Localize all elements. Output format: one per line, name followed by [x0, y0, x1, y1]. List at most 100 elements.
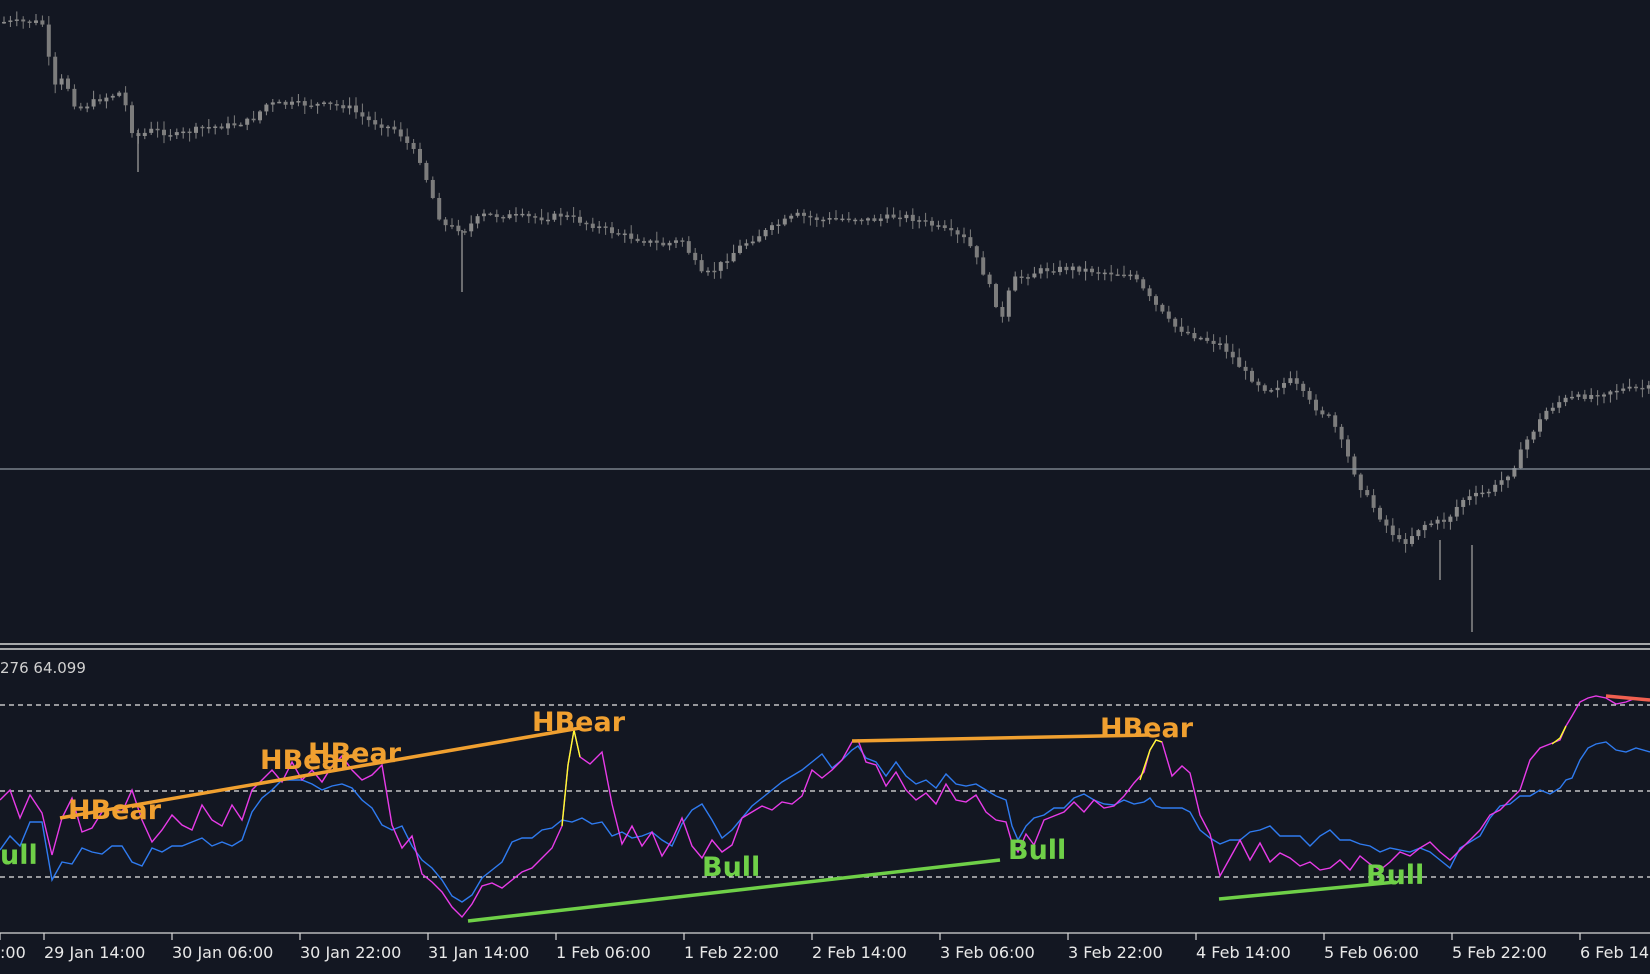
candle-body: [917, 220, 922, 222]
candle-body: [78, 106, 83, 109]
candle-body: [1582, 394, 1587, 399]
candle-body: [258, 111, 262, 121]
candle-body: [1186, 331, 1190, 334]
candle-body: [40, 20, 45, 25]
candle-body: [1077, 266, 1082, 272]
candle-body: [584, 222, 589, 225]
candle-body: [1378, 507, 1382, 520]
candle-body: [546, 219, 550, 222]
candle-body: [622, 233, 627, 236]
candle-body: [1019, 276, 1024, 278]
candle-body: [514, 214, 518, 216]
candle-body: [277, 101, 282, 104]
candle-body: [494, 214, 499, 217]
candle-body: [354, 105, 358, 113]
candle-body: [578, 216, 582, 223]
candle-body: [1006, 290, 1011, 317]
candle-body: [1346, 439, 1350, 457]
candle-body: [1102, 272, 1107, 275]
candle-body: [795, 212, 800, 216]
candle-body: [315, 103, 320, 106]
divergence-label-bull: Bull: [702, 852, 760, 883]
candle-body: [923, 220, 928, 222]
candle-body: [661, 242, 666, 246]
candle-body: [1493, 484, 1498, 492]
candle-body: [1166, 311, 1171, 319]
candle-body: [290, 101, 294, 105]
time-axis-label: 3 Feb 06:00: [940, 943, 1035, 962]
candle-body: [1627, 386, 1632, 389]
candle-body: [405, 136, 410, 143]
candle-body: [1429, 523, 1434, 526]
candle-body: [1301, 383, 1306, 392]
candle-body: [1403, 539, 1408, 544]
candle-body: [437, 197, 442, 220]
candle-body: [168, 135, 173, 137]
candle-body: [379, 124, 384, 128]
candle-body: [1486, 491, 1491, 494]
candle-body: [936, 225, 941, 227]
candle-body: [347, 105, 352, 109]
candle-body: [1032, 273, 1037, 278]
candle-body: [104, 97, 109, 102]
candle-body: [904, 214, 909, 219]
candle-body: [1198, 337, 1203, 340]
candle-body: [757, 236, 762, 242]
chart-background: [0, 0, 1650, 974]
time-axis-label: 3 Feb 22:00: [1068, 943, 1163, 962]
candle-body: [270, 102, 275, 105]
candle-body: [1480, 492, 1485, 495]
candle-body: [1614, 390, 1619, 393]
candle-body: [1243, 366, 1248, 371]
candle-body: [962, 234, 966, 238]
time-axis-label: 5 Feb 22:00: [1452, 943, 1547, 962]
time-axis-label: 1 Feb 06:00: [556, 943, 651, 962]
candle-body: [1294, 378, 1299, 384]
candle-body: [1262, 385, 1267, 391]
candle-body: [2, 21, 6, 24]
candle-body: [232, 123, 237, 126]
candle-body: [1192, 333, 1197, 339]
candle-body: [1531, 431, 1536, 440]
candle-body: [1416, 530, 1421, 537]
candle-body: [187, 131, 192, 134]
divergence-label-bull: Bull: [1008, 835, 1066, 866]
candle-body: [1358, 474, 1363, 491]
candle-body: [1109, 272, 1114, 275]
candle-body: [789, 215, 794, 219]
candle-body: [1499, 480, 1504, 485]
candle-body: [1390, 525, 1395, 536]
candle-body: [507, 214, 512, 219]
candle-body: [482, 213, 486, 217]
candle-body: [1506, 476, 1510, 481]
candle-body: [1397, 535, 1402, 540]
candle-body: [1128, 274, 1133, 277]
candle-body: [1339, 426, 1344, 440]
candle-body: [667, 242, 672, 246]
candle-body: [552, 213, 557, 220]
candle-body: [174, 132, 179, 136]
candle-body: [1141, 279, 1146, 289]
candle-body: [1070, 266, 1075, 271]
divergence-label-bear: HBear: [532, 707, 626, 738]
divergence-label-bear: HBear: [68, 795, 162, 826]
candle-body: [1083, 268, 1088, 272]
divergence-label-bull: ull: [0, 840, 38, 871]
candle-body: [462, 231, 467, 233]
time-axis-label: 5 Feb 06:00: [1324, 943, 1419, 962]
candle-body: [59, 78, 64, 85]
candle-body: [770, 225, 774, 230]
candle-body: [693, 252, 698, 261]
candle-body: [450, 225, 454, 227]
trading-chart[interactable]: 276 64.099 HBearHBearHBearHBear HBearull B…: [0, 0, 1650, 974]
candle-body: [226, 123, 230, 129]
candle-body: [827, 218, 832, 220]
candle-body: [1058, 266, 1062, 273]
candle-body: [1218, 343, 1222, 345]
candle-body: [162, 129, 166, 136]
candle-body: [725, 261, 730, 263]
time-axis-label: 6 Feb 14: [1580, 943, 1649, 962]
candle-body: [738, 245, 742, 253]
candle-body: [565, 215, 570, 217]
candle-body: [411, 142, 416, 149]
